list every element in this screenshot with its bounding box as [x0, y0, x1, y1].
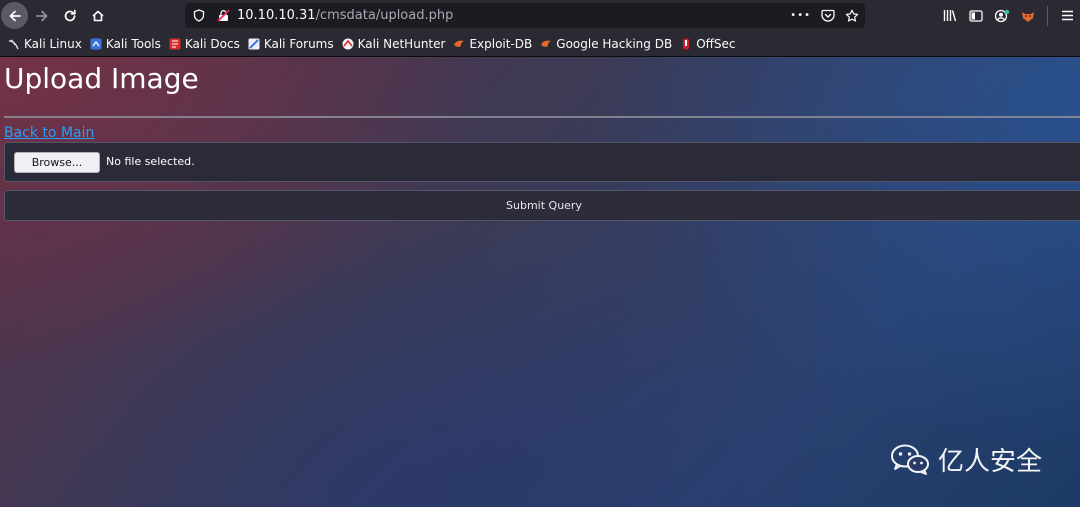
url-host: 10.10.10.31 — [237, 8, 316, 23]
bookmark-label: Google Hacking DB — [556, 36, 673, 51]
watermark-text: 亿人安全 — [938, 447, 1043, 477]
url-path: /cmsdata/upload.php — [315, 8, 454, 23]
file-status-text: No file selected. — [106, 155, 195, 168]
ghdb-icon — [540, 38, 552, 50]
account-icon[interactable] — [989, 3, 1015, 29]
browser-toolbar: 10.10.10.31/cmsdata/upload.php ••• — [0, 0, 1080, 31]
back-button[interactable] — [1, 2, 28, 29]
offsec-icon — [680, 38, 692, 50]
browse-button[interactable]: Browse... — [14, 152, 100, 173]
bookmark-kali-nethunter[interactable]: Kali NetHunter — [342, 36, 446, 51]
page-content: Upload Image Back to Main Browse... No f… — [0, 57, 1080, 507]
url-bar[interactable]: 10.10.10.31/cmsdata/upload.php ••• — [185, 3, 865, 28]
bookmark-kali-forums[interactable]: Kali Forums — [248, 37, 334, 51]
bookmark-kali-docs[interactable]: Kali Docs — [169, 37, 240, 51]
toolbar-divider — [1047, 5, 1048, 26]
arrow-left-icon — [9, 10, 21, 21]
kali-dragon-icon — [8, 38, 20, 50]
nethunter-icon — [342, 38, 354, 50]
watermark: 亿人安全 — [890, 441, 1042, 478]
bookmark-kali-linux[interactable]: Kali Linux — [8, 37, 82, 51]
wechat-icon — [890, 443, 930, 477]
kali-forums-icon — [248, 38, 260, 50]
submit-query-button[interactable]: Submit Query — [4, 190, 1080, 221]
toolbar-right — [937, 0, 1080, 31]
bookmark-label: Kali Docs — [184, 36, 240, 51]
shield-icon[interactable] — [193, 9, 205, 22]
pocket-icon[interactable] — [821, 9, 835, 22]
bookmark-google-hacking-db[interactable]: Google Hacking DB — [540, 37, 672, 51]
bookmark-label: Kali NetHunter — [357, 36, 446, 51]
home-button[interactable] — [84, 2, 112, 30]
insecure-lock-icon[interactable] — [217, 9, 230, 22]
hamburger-menu-icon[interactable] — [1054, 3, 1080, 29]
file-input-container: Browse... No file selected. — [4, 142, 1080, 182]
bookmarks-bar: Kali Linux Kali Tools Kali Docs Kali For… — [0, 31, 1080, 57]
bookmark-offsec[interactable]: OffSec — [680, 36, 736, 51]
kali-docs-icon — [169, 38, 181, 50]
url-text[interactable]: 10.10.10.31/cmsdata/upload.php — [237, 8, 453, 23]
home-icon — [92, 10, 104, 21]
forward-button[interactable] — [28, 2, 56, 30]
library-icon[interactable] — [937, 3, 963, 29]
reload-button[interactable] — [56, 2, 84, 30]
page-title: Upload Image — [4, 62, 199, 95]
sidebar-icon[interactable] — [963, 3, 989, 29]
kali-tools-icon — [90, 38, 102, 50]
back-to-main-link[interactable]: Back to Main — [4, 125, 94, 141]
bookmark-label: Kali Linux — [24, 36, 82, 51]
bookmark-label: Kali Tools — [105, 36, 161, 51]
bookmark-label: Kali Forums — [263, 36, 334, 51]
horizontal-rule — [4, 116, 1080, 118]
bookmark-label: Exploit-DB — [469, 36, 533, 51]
exploit-db-icon — [453, 38, 465, 50]
reload-icon — [64, 9, 76, 21]
arrow-right-icon — [36, 10, 48, 21]
star-icon[interactable] — [845, 9, 859, 23]
page-actions-icon[interactable]: ••• — [790, 10, 811, 21]
bookmark-exploit-db[interactable]: Exploit-DB — [453, 37, 532, 51]
extension-fox-icon[interactable] — [1015, 3, 1041, 29]
bookmark-kali-tools[interactable]: Kali Tools — [90, 37, 161, 51]
bookmark-label: OffSec — [696, 36, 736, 51]
